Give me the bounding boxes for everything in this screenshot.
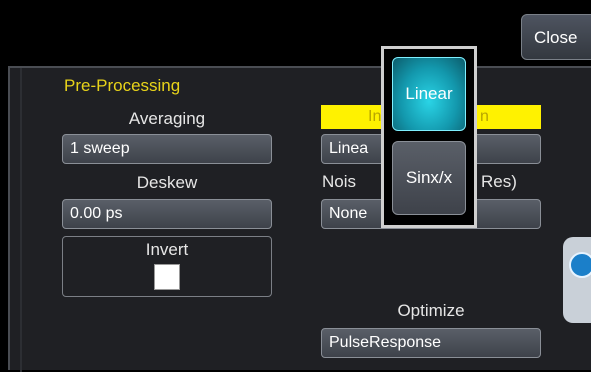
deskew-field[interactable]: 0.00 ps	[62, 199, 272, 229]
popup-option-linear[interactable]: Linear	[392, 57, 466, 131]
averaging-field[interactable]: 1 sweep	[62, 134, 272, 164]
help-icon	[569, 252, 591, 278]
panel-divider	[20, 68, 22, 372]
optimize-field[interactable]: PulseResponse	[321, 328, 541, 358]
section-title-pre-processing: Pre-Processing	[64, 76, 181, 95]
interpolation-popup: Linear Sinx/x	[381, 46, 477, 228]
interpolation-header-right: n	[480, 108, 489, 125]
top-bar	[0, 0, 591, 66]
deskew-label: Deskew	[136, 173, 198, 192]
side-tab[interactable]	[563, 237, 591, 323]
invert-checkbox[interactable]	[154, 264, 180, 290]
noise-filter-label-left: Nois	[322, 172, 357, 191]
averaging-label: Averaging	[128, 109, 206, 128]
popup-option-sinx[interactable]: Sinx/x	[392, 141, 466, 215]
noise-filter-label-right: Res)	[481, 172, 517, 191]
close-button[interactable]: Close	[521, 14, 591, 60]
interpolation-header-left: In	[368, 108, 382, 125]
invert-label: Invert	[145, 240, 189, 259]
optimize-label: Optimize	[397, 301, 465, 320]
